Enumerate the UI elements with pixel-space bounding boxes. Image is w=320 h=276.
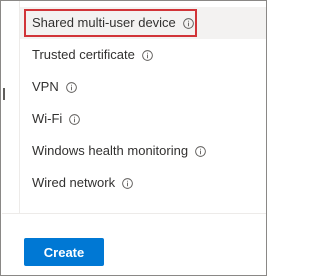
left-gutter xyxy=(1,1,20,213)
info-icon[interactable] xyxy=(69,113,81,125)
list-item-label: Shared multi-user device xyxy=(32,15,176,30)
info-icon[interactable] xyxy=(182,17,194,29)
gutter-marker xyxy=(3,88,5,100)
list-item-wi-fi[interactable]: Wi-Fi xyxy=(20,103,266,135)
list-item-label: Wi-Fi xyxy=(32,111,63,126)
profile-type-panel: Shared multi-user device Trusted certifi… xyxy=(0,0,267,276)
list-item-trusted-certificate[interactable]: Trusted certificate xyxy=(20,39,266,71)
info-icon[interactable] xyxy=(65,81,77,93)
profile-type-list: Shared multi-user device Trusted certifi… xyxy=(20,7,266,205)
list-item-windows-health-monitoring[interactable]: Windows health monitoring xyxy=(20,135,266,167)
list-item-label: Wired network xyxy=(32,175,116,190)
list-item-label: Windows health monitoring xyxy=(32,143,189,158)
list-item-wired-network[interactable]: Wired network xyxy=(20,167,266,199)
footer-divider xyxy=(2,213,266,214)
list-item-label: Trusted certificate xyxy=(32,47,135,62)
info-icon[interactable] xyxy=(142,49,153,61)
create-button[interactable]: Create xyxy=(24,238,104,266)
list-item-vpn[interactable]: VPN xyxy=(20,71,266,103)
list-item-label: VPN xyxy=(32,79,59,94)
list-item-shared-multi-user-device[interactable]: Shared multi-user device xyxy=(20,7,266,39)
info-icon[interactable] xyxy=(195,145,206,157)
info-icon[interactable] xyxy=(122,177,133,189)
